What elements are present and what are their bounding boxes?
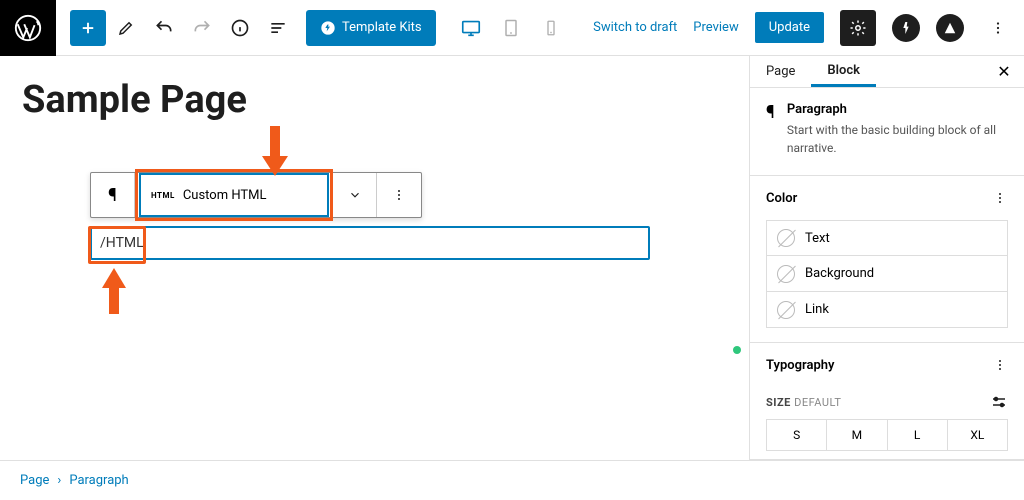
typography-panel-toggle[interactable]: Typography: [750, 343, 1024, 387]
custom-html-suggestion[interactable]: HTML Custom HTML: [139, 173, 329, 217]
typography-panel-label: Typography: [766, 358, 835, 373]
edit-tool-button[interactable]: [108, 10, 144, 46]
undo-button[interactable]: [146, 10, 182, 46]
wp-logo[interactable]: [0, 0, 56, 56]
color-link-row[interactable]: Link: [766, 292, 1008, 328]
color-text-row[interactable]: Text: [766, 220, 1008, 256]
panel-options-icon[interactable]: [992, 190, 1008, 206]
redo-button: [184, 10, 220, 46]
list-view-button[interactable]: [260, 10, 296, 46]
block-dropdown-button[interactable]: [333, 173, 377, 217]
template-kits-label: Template Kits: [342, 20, 422, 35]
custom-html-label: Custom HTML: [183, 188, 267, 203]
color-background-row[interactable]: Background: [766, 256, 1008, 292]
page-title[interactable]: Sample Page: [22, 78, 749, 122]
desktop-view-icon[interactable]: [453, 10, 489, 46]
block-description: Start with the basic building block of a…: [787, 121, 1008, 157]
close-sidebar-button[interactable]: ✕: [984, 62, 1024, 81]
block-name: Paragraph: [787, 102, 1008, 117]
more-options-button[interactable]: [980, 10, 1016, 46]
status-indicator-icon: [733, 346, 741, 354]
block-toolbar: ¶ HTML Custom HTML: [90, 172, 422, 218]
color-panel-toggle[interactable]: Color: [750, 176, 1024, 220]
breadcrumb: Page › Paragraph: [0, 460, 1024, 500]
tab-block[interactable]: Block: [811, 56, 876, 87]
tab-page[interactable]: Page: [750, 56, 811, 87]
panel-options-icon[interactable]: [992, 357, 1008, 373]
settings-button[interactable]: [840, 10, 876, 46]
annotation-highlight-box: [88, 226, 146, 264]
preview-link[interactable]: Preview: [693, 20, 738, 35]
tablet-view-icon[interactable]: [493, 10, 529, 46]
color-panel-label: Color: [766, 191, 797, 206]
swatch-none-icon: [777, 229, 795, 247]
breadcrumb-current[interactable]: Paragraph: [69, 473, 128, 488]
swatch-none-icon: [777, 301, 795, 319]
paragraph-slash-input[interactable]: /HTML: [90, 226, 650, 260]
html-badge-icon: HTML: [151, 191, 175, 200]
template-kits-button[interactable]: Template Kits: [306, 10, 436, 46]
switch-draft-link[interactable]: Switch to draft: [593, 20, 677, 35]
jetpack-icon[interactable]: [892, 14, 920, 42]
paragraph-block-icon: ¶: [766, 102, 775, 157]
astra-icon[interactable]: [936, 14, 964, 42]
swatch-none-icon: [777, 265, 795, 283]
breadcrumb-root[interactable]: Page: [20, 473, 49, 488]
block-more-button[interactable]: [377, 173, 421, 217]
mobile-view-icon[interactable]: [533, 10, 569, 46]
size-settings-icon[interactable]: [990, 393, 1008, 411]
annotation-arrow-down-icon: [260, 126, 290, 176]
font-size-options[interactable]: S M L XL: [766, 419, 1008, 451]
add-block-button[interactable]: [70, 10, 106, 46]
update-button[interactable]: Update: [755, 12, 824, 43]
paragraph-icon[interactable]: ¶: [91, 173, 135, 217]
info-button[interactable]: [222, 10, 258, 46]
annotation-arrow-up-icon: [100, 268, 128, 314]
chevron-right-icon: ›: [57, 473, 61, 488]
